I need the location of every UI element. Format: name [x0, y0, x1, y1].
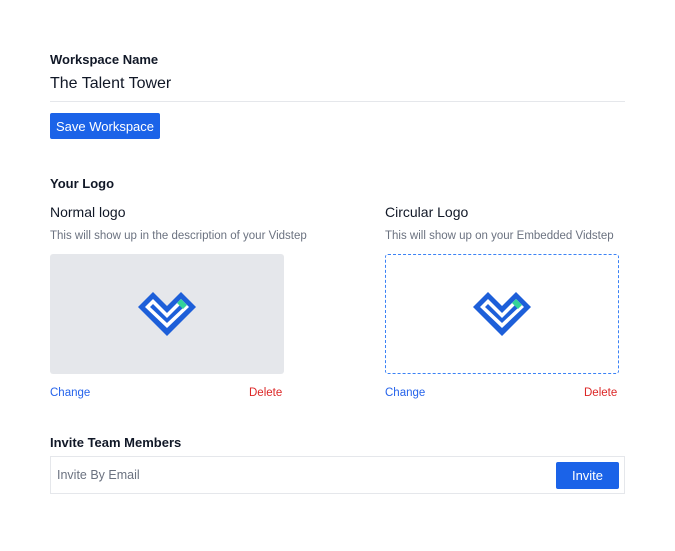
circular-logo-description: This will show up on your Embedded Vidst… [385, 230, 614, 242]
vidstep-heart-logo-icon [138, 292, 196, 336]
save-workspace-button[interactable]: Save Workspace [50, 113, 160, 139]
normal-logo-preview[interactable] [50, 254, 284, 374]
normal-logo-description: This will show up in the description of … [50, 230, 307, 242]
normal-logo-delete-link[interactable]: Delete [249, 387, 282, 399]
your-logo-heading: Your Logo [50, 176, 115, 191]
circular-logo-change-link[interactable]: Change [385, 387, 425, 399]
workspace-name-field[interactable]: The Talent Tower [50, 75, 625, 102]
invite-button[interactable]: Invite [556, 462, 619, 489]
workspace-name-label: Workspace Name [50, 52, 159, 67]
circular-logo-delete-link[interactable]: Delete [584, 387, 617, 399]
invite-team-members-heading: Invite Team Members [50, 435, 182, 450]
circular-logo-dropzone[interactable] [385, 254, 619, 374]
normal-logo-title: Normal logo [50, 204, 126, 220]
vidstep-heart-logo-icon [473, 292, 531, 336]
workspace-settings-page: Workspace Name The Talent Tower Save Wor… [0, 0, 675, 551]
invite-row: Invite [50, 456, 625, 494]
invite-email-input[interactable] [51, 457, 551, 493]
circular-logo-title: Circular Logo [385, 204, 469, 220]
normal-logo-change-link[interactable]: Change [50, 387, 90, 399]
